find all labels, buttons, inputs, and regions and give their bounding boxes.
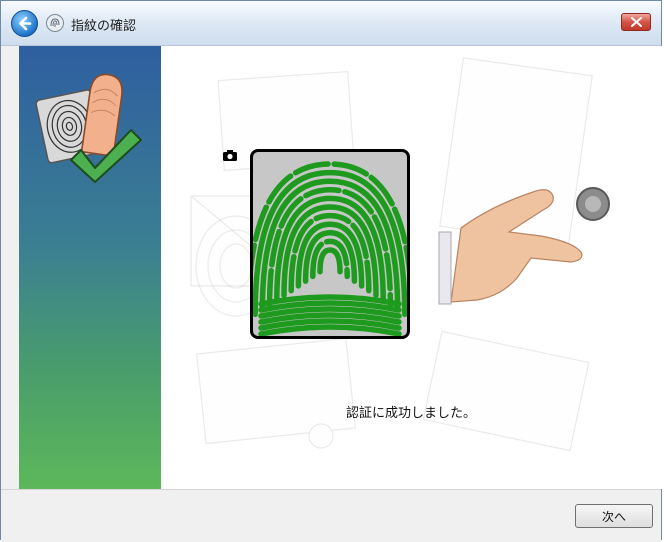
sidebar-panel: [19, 46, 161, 489]
footer-bar: [1, 489, 661, 542]
verification-window: 指紋の確認 認証に成功しました。 次へ: [0, 0, 663, 542]
window-title: 指紋の確認: [71, 19, 137, 34]
background-illustration: [190, 57, 610, 452]
fingerprint-icon: [46, 14, 64, 32]
next-button[interactable]: 次へ: [575, 504, 653, 528]
fingerprint-check-illustration: [35, 73, 142, 183]
back-arrow-icon: [19, 16, 32, 31]
fingerprint-scan-frame: [250, 149, 410, 339]
status-message: 認証に成功しました。: [346, 406, 477, 421]
main-content: 認証に成功しました。: [161, 46, 663, 489]
back-button[interactable]: [11, 10, 38, 37]
camera-icon: [223, 150, 237, 161]
close-icon: [631, 17, 642, 27]
close-button[interactable]: [621, 13, 651, 31]
fingerprint-scan-image: [253, 161, 407, 336]
title-bar: 指紋の確認: [1, 1, 661, 46]
